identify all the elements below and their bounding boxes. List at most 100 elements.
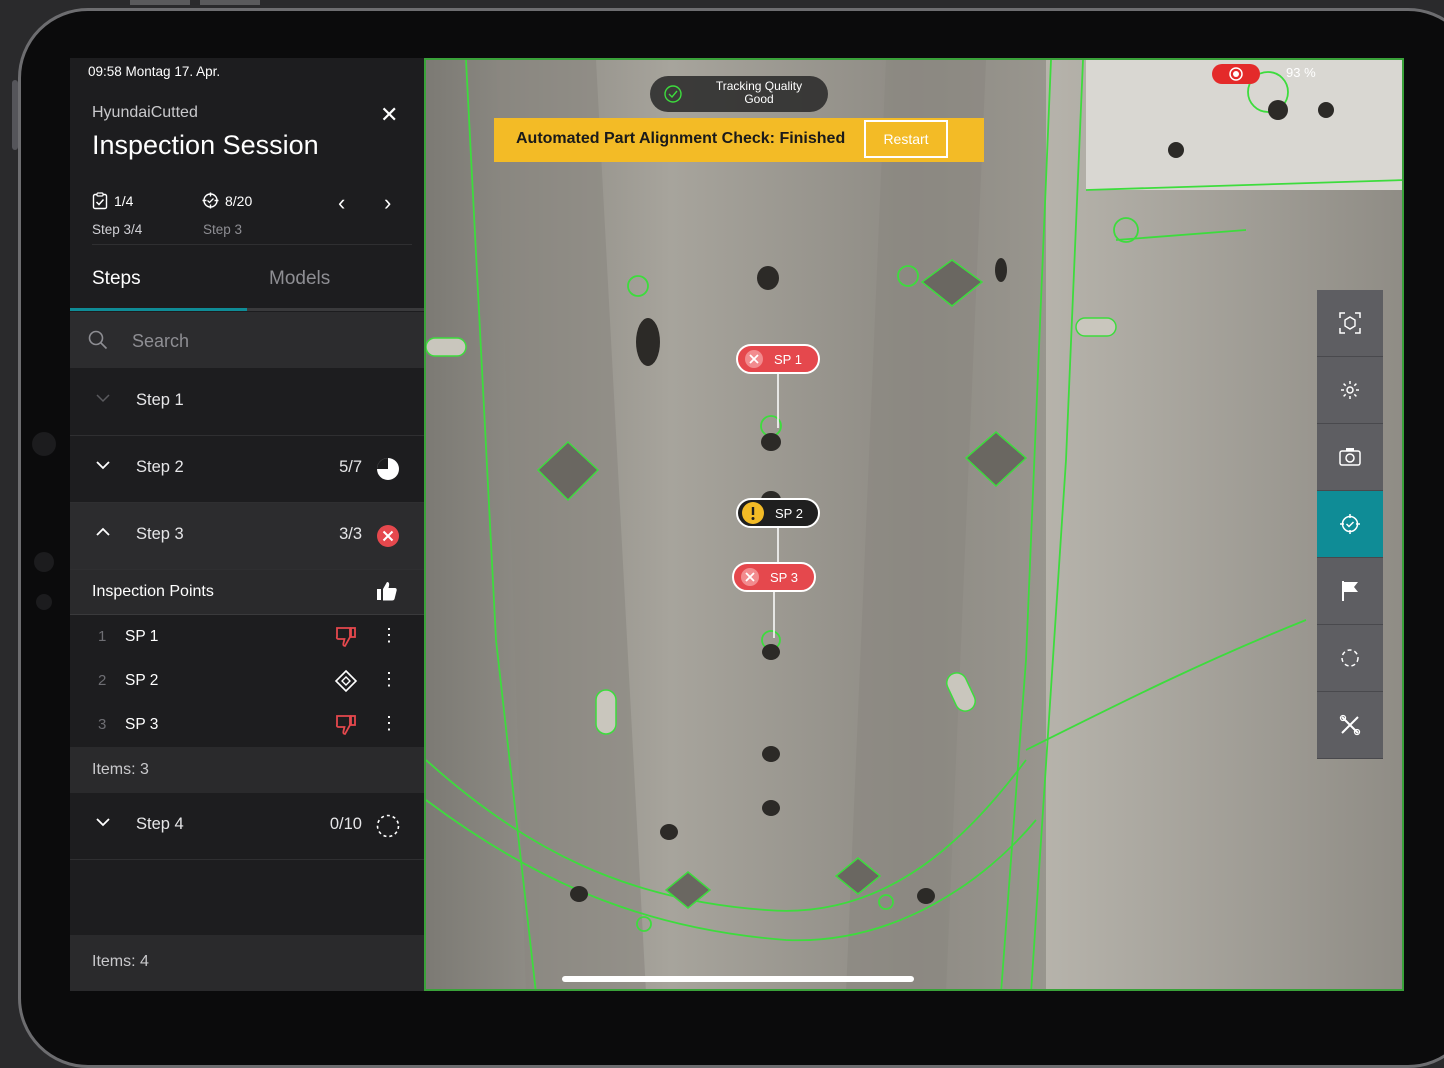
reset-button[interactable]: [1317, 625, 1383, 692]
point-name: SP 1: [125, 628, 159, 645]
marker-sp3[interactable]: SP 3: [732, 562, 816, 592]
step-label: Step 2: [136, 458, 184, 476]
device-sensor: [32, 432, 56, 456]
tab-steps[interactable]: Steps: [92, 268, 141, 290]
target-icon: [1340, 514, 1360, 534]
step-count: 5/7: [339, 458, 362, 476]
tab-models[interactable]: Models: [269, 268, 330, 290]
step-row-active[interactable]: Step 3 3/3: [70, 503, 424, 570]
failed-icon: [377, 525, 399, 547]
tracking-quality-indicator: Tracking Quality Good: [650, 76, 828, 112]
footer-items-label: Items: 4: [92, 953, 149, 970]
flag-icon: [1342, 581, 1358, 601]
step-counter-label: Step 3/4: [92, 222, 143, 237]
scan-button[interactable]: [1317, 290, 1383, 357]
more-options-icon[interactable]: ⋮: [380, 713, 398, 734]
step-label: Step 3: [136, 525, 184, 543]
thumbs-down-icon[interactable]: [334, 713, 358, 737]
inspection-point-row[interactable]: 1 SP 1 ⋮: [70, 615, 424, 660]
target-button[interactable]: [1317, 491, 1383, 558]
recording-indicator: [1212, 64, 1260, 84]
alignment-message: Automated Part Alignment Check: Finished: [516, 130, 846, 147]
tracking-value: Good: [744, 92, 774, 106]
search-input[interactable]: [130, 326, 404, 356]
device-sensor: [34, 552, 54, 572]
previous-step-button[interactable]: ‹: [338, 190, 345, 216]
point-counter-label: Step 3: [203, 222, 243, 237]
battery-status: 93 %: [1286, 65, 1316, 80]
progress-pie-icon: [377, 458, 399, 480]
footer-count: Items: 4: [70, 935, 424, 991]
status-time: 09:58 Montag 17. Apr.: [88, 64, 221, 79]
scan-icon: [1339, 312, 1361, 334]
camera-button[interactable]: [1317, 424, 1383, 491]
thumbs-up-icon[interactable]: [376, 580, 398, 602]
camera-icon: [1339, 448, 1361, 466]
inspection-point-row[interactable]: 3 SP 3 ⋮: [70, 703, 424, 748]
items-count-label: Items: 3: [92, 761, 149, 778]
search-icon: [88, 330, 108, 350]
tools-icon: [1339, 714, 1361, 736]
flag-button[interactable]: [1317, 558, 1383, 625]
thumbs-down-icon[interactable]: [334, 625, 358, 649]
divider: [92, 244, 412, 245]
step-counter-value: 1/4: [114, 193, 134, 209]
marker-label: SP 1: [774, 351, 802, 367]
marker-sp2[interactable]: SP 2: [736, 498, 820, 528]
sidebar: 09:58 Montag 17. Apr. HyundaiCutted ✕ In…: [70, 58, 424, 991]
point-number: 3: [98, 716, 107, 733]
chevron-down-icon: [96, 394, 110, 403]
search-bar: [70, 312, 424, 368]
step-label: Step 1: [136, 391, 184, 409]
marker-label: SP 3: [770, 569, 798, 585]
settings-button[interactable]: [1317, 357, 1383, 424]
inspection-point-row[interactable]: 2 SP 2 ⋮: [70, 659, 424, 704]
step-row[interactable]: Step 1: [70, 369, 424, 436]
step-row[interactable]: Step 2 5/7: [70, 436, 424, 503]
more-options-icon[interactable]: ⋮: [380, 625, 398, 646]
step-label: Step 4: [136, 815, 184, 833]
home-indicator[interactable]: [562, 976, 914, 982]
failed-icon: [745, 350, 763, 368]
inspection-points-header: Inspection Points: [70, 570, 424, 615]
device-top-button: [130, 0, 190, 5]
step-row[interactable]: Step 4 0/10: [70, 793, 424, 860]
inspection-points-count: Items: 3: [70, 747, 424, 793]
ar-scene: [426, 60, 1402, 989]
diamond-icon[interactable]: [334, 669, 358, 693]
step-count: 0/10: [329, 815, 362, 833]
reset-icon: [1341, 649, 1359, 667]
step-count: 3/3: [339, 525, 362, 543]
tab-underline: [70, 308, 424, 311]
tools-button[interactable]: [1317, 692, 1383, 759]
restart-button[interactable]: Restart: [864, 120, 948, 158]
clipboard-check-icon: [92, 192, 108, 210]
ar-camera-view[interactable]: 93 % Tracking Quality Good Automated Par…: [424, 58, 1404, 991]
point-name: SP 3: [125, 716, 159, 733]
point-counter: 8/20: [202, 192, 252, 209]
check-circle-icon: [664, 85, 682, 103]
marker-sp1[interactable]: SP 1: [736, 344, 820, 374]
point-number: 1: [98, 628, 107, 645]
inspection-points-title: Inspection Points: [92, 583, 214, 600]
point-number: 2: [98, 672, 107, 689]
alignment-banner: Automated Part Alignment Check: Finished…: [494, 118, 984, 162]
failed-icon: [741, 568, 759, 586]
warning-icon: [742, 502, 764, 524]
close-icon[interactable]: ✕: [380, 102, 398, 128]
next-step-button[interactable]: ›: [384, 190, 391, 216]
app-screen: 09:58 Montag 17. Apr. HyundaiCutted ✕ In…: [70, 58, 1404, 991]
device-top-button: [200, 0, 260, 5]
chevron-down-icon: [96, 461, 110, 470]
device-sensor: [36, 594, 52, 610]
chevron-down-icon: [96, 818, 110, 827]
settings-icon: [1341, 381, 1359, 399]
more-options-icon[interactable]: ⋮: [380, 669, 398, 690]
target-icon: [202, 192, 219, 209]
step-counter: 1/4: [92, 192, 133, 210]
chevron-up-icon: [96, 527, 110, 536]
project-name: HyundaiCutted: [92, 104, 198, 121]
ar-toolbar: [1317, 290, 1383, 759]
point-name: SP 2: [125, 672, 159, 689]
not-started-icon: [376, 814, 400, 838]
